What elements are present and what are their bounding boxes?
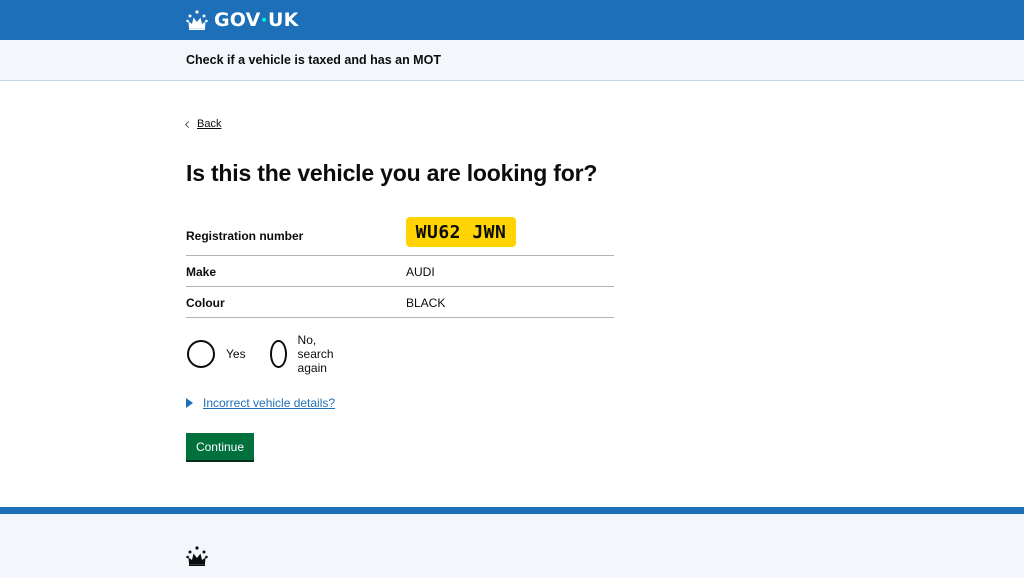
crown-icon	[186, 546, 208, 566]
logo-dot: ·	[260, 9, 268, 31]
chevron-left-icon	[184, 120, 193, 129]
summary-value: AUDI	[406, 265, 435, 279]
service-name[interactable]: Check if a vehicle is taxed and has an M…	[186, 53, 441, 67]
details-summary-text[interactable]: Incorrect vehicle details?	[203, 396, 335, 410]
continue-button[interactable]: Continue	[186, 433, 254, 460]
radio-yes[interactable]: Yes	[187, 339, 246, 369]
crown-icon	[186, 10, 208, 30]
govuk-logo-link[interactable]: GOV·UK	[186, 8, 299, 32]
summary-row-registration: Registration number WU62 JWN	[186, 212, 614, 256]
radio-label-yes[interactable]: Yes	[226, 347, 246, 361]
govuk-wordmark: GOV·UK	[214, 9, 299, 31]
summary-key: Registration number	[186, 229, 304, 243]
incorrect-details-toggle[interactable]: Incorrect vehicle details?	[186, 396, 335, 410]
service-navigation: Check if a vehicle is taxed and has an M…	[0, 40, 1024, 81]
summary-value: BLACK	[406, 296, 446, 310]
site-header: GOV·UK	[0, 0, 1024, 40]
radio-button-no[interactable]	[270, 340, 287, 368]
radio-label-no[interactable]: No, search again	[298, 333, 345, 375]
triangle-right-icon	[186, 398, 193, 408]
page-title: Is this the vehicle you are looking for?	[186, 160, 598, 186]
back-link-label: Back	[197, 118, 222, 130]
summary-key: Make	[186, 265, 217, 279]
summary-row-make: Make AUDI	[186, 256, 614, 287]
radio-button-yes[interactable]	[187, 340, 215, 368]
registration-plate: WU62 JWN	[406, 217, 516, 247]
site-footer	[0, 507, 1024, 578]
back-link[interactable]: Back	[184, 118, 222, 130]
radio-no[interactable]: No, search again	[270, 333, 345, 375]
summary-key: Colour	[186, 296, 225, 310]
summary-row-colour: Colour BLACK	[186, 287, 614, 318]
vehicle-summary-list: Registration number WU62 JWN Make AUDI C…	[186, 212, 614, 318]
